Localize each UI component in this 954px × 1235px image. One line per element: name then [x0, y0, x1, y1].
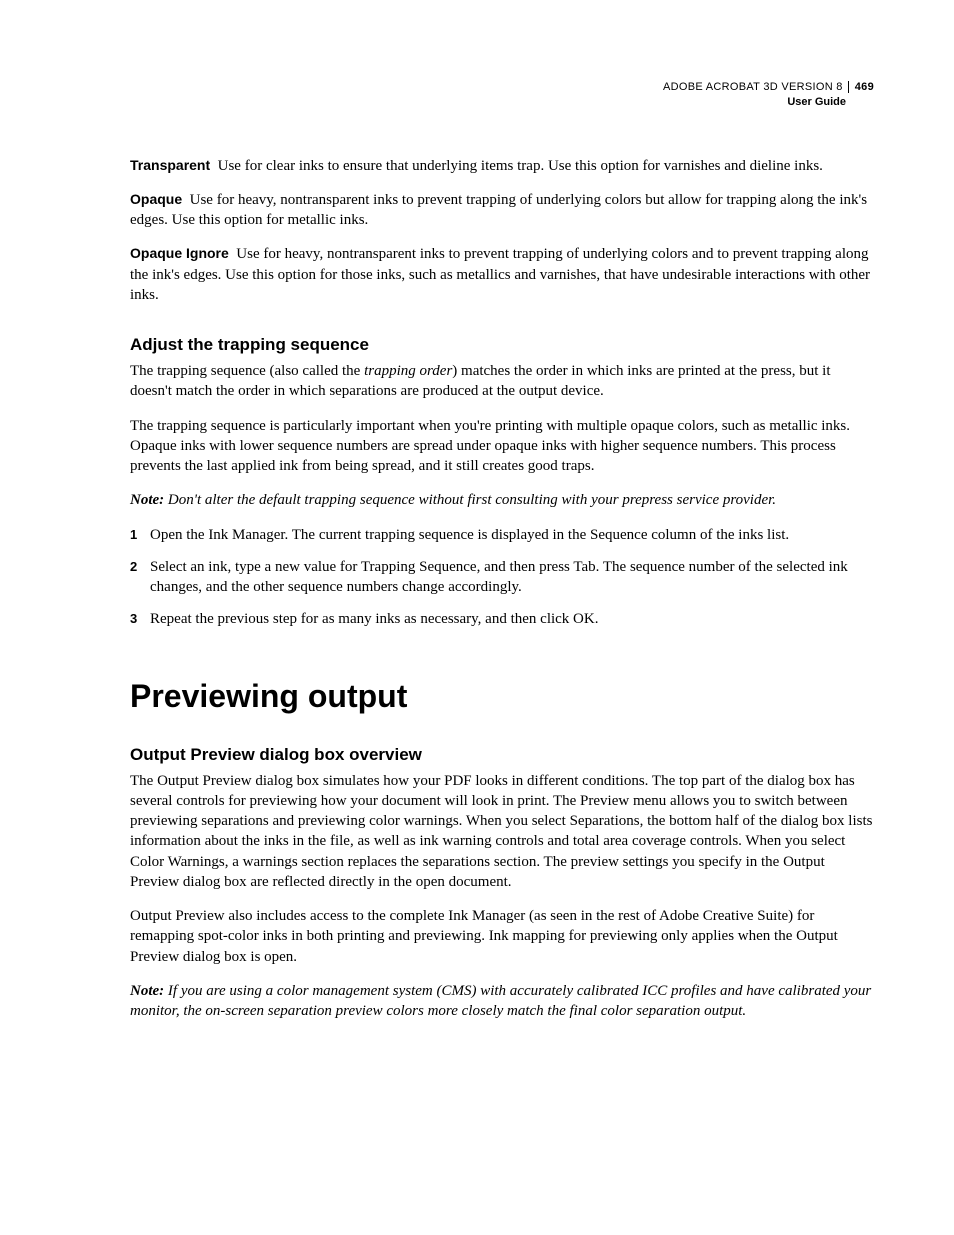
- term-text: Use for heavy, nontransparent inks to pr…: [130, 192, 867, 228]
- step-item: 3 Repeat the previous step for as many i…: [130, 609, 874, 629]
- term-label: Transparent: [130, 157, 210, 173]
- step-text: Open the Ink Manager. The current trappi…: [150, 525, 789, 545]
- term-label: Opaque Ignore: [130, 245, 229, 261]
- step-number: 3: [130, 609, 150, 629]
- page-number: 469: [848, 81, 874, 93]
- italic-term: trapping order: [364, 363, 452, 379]
- doc-type: User Guide: [130, 95, 874, 110]
- term-text: Use for clear inks to ensure that underl…: [218, 158, 823, 174]
- document-page: ADOBE ACROBAT 3D VERSION 8 469 User Guide…: [0, 0, 954, 1095]
- product-name: ADOBE ACROBAT 3D VERSION 8: [663, 81, 843, 93]
- subhead-adjust-trapping: Adjust the trapping sequence: [130, 335, 874, 355]
- body-paragraph: The trapping sequence is particularly im…: [130, 416, 874, 477]
- term-label: Opaque: [130, 191, 182, 207]
- step-text: Repeat the previous step for as many ink…: [150, 609, 598, 629]
- note-text: If you are using a color management syst…: [130, 983, 871, 1019]
- subhead-output-preview: Output Preview dialog box overview: [130, 745, 874, 765]
- body-paragraph: The Output Preview dialog box simulates …: [130, 771, 874, 893]
- note-label: Note:: [130, 983, 164, 999]
- body-paragraph: Output Preview also includes access to t…: [130, 906, 874, 967]
- definition-opaque-ignore: Opaque Ignore Use for heavy, nontranspar…: [130, 244, 874, 305]
- term-text: Use for heavy, nontransparent inks to pr…: [130, 246, 870, 303]
- chapter-heading: Previewing output: [130, 678, 874, 715]
- note-label: Note:: [130, 492, 164, 508]
- note-paragraph: Note: Don't alter the default trapping s…: [130, 490, 874, 510]
- step-number: 2: [130, 557, 150, 598]
- step-number: 1: [130, 525, 150, 545]
- definition-opaque: Opaque Use for heavy, nontransparent ink…: [130, 190, 874, 231]
- page-header: ADOBE ACROBAT 3D VERSION 8 469 User Guide: [130, 80, 874, 110]
- note-paragraph: Note: If you are using a color managemen…: [130, 981, 874, 1022]
- definition-transparent: Transparent Use for clear inks to ensure…: [130, 156, 874, 176]
- note-text: Don't alter the default trapping sequenc…: [164, 492, 776, 508]
- step-item: 1 Open the Ink Manager. The current trap…: [130, 525, 874, 545]
- step-text: Select an ink, type a new value for Trap…: [150, 557, 874, 598]
- step-item: 2 Select an ink, type a new value for Tr…: [130, 557, 874, 598]
- body-paragraph: The trapping sequence (also called the t…: [130, 361, 874, 402]
